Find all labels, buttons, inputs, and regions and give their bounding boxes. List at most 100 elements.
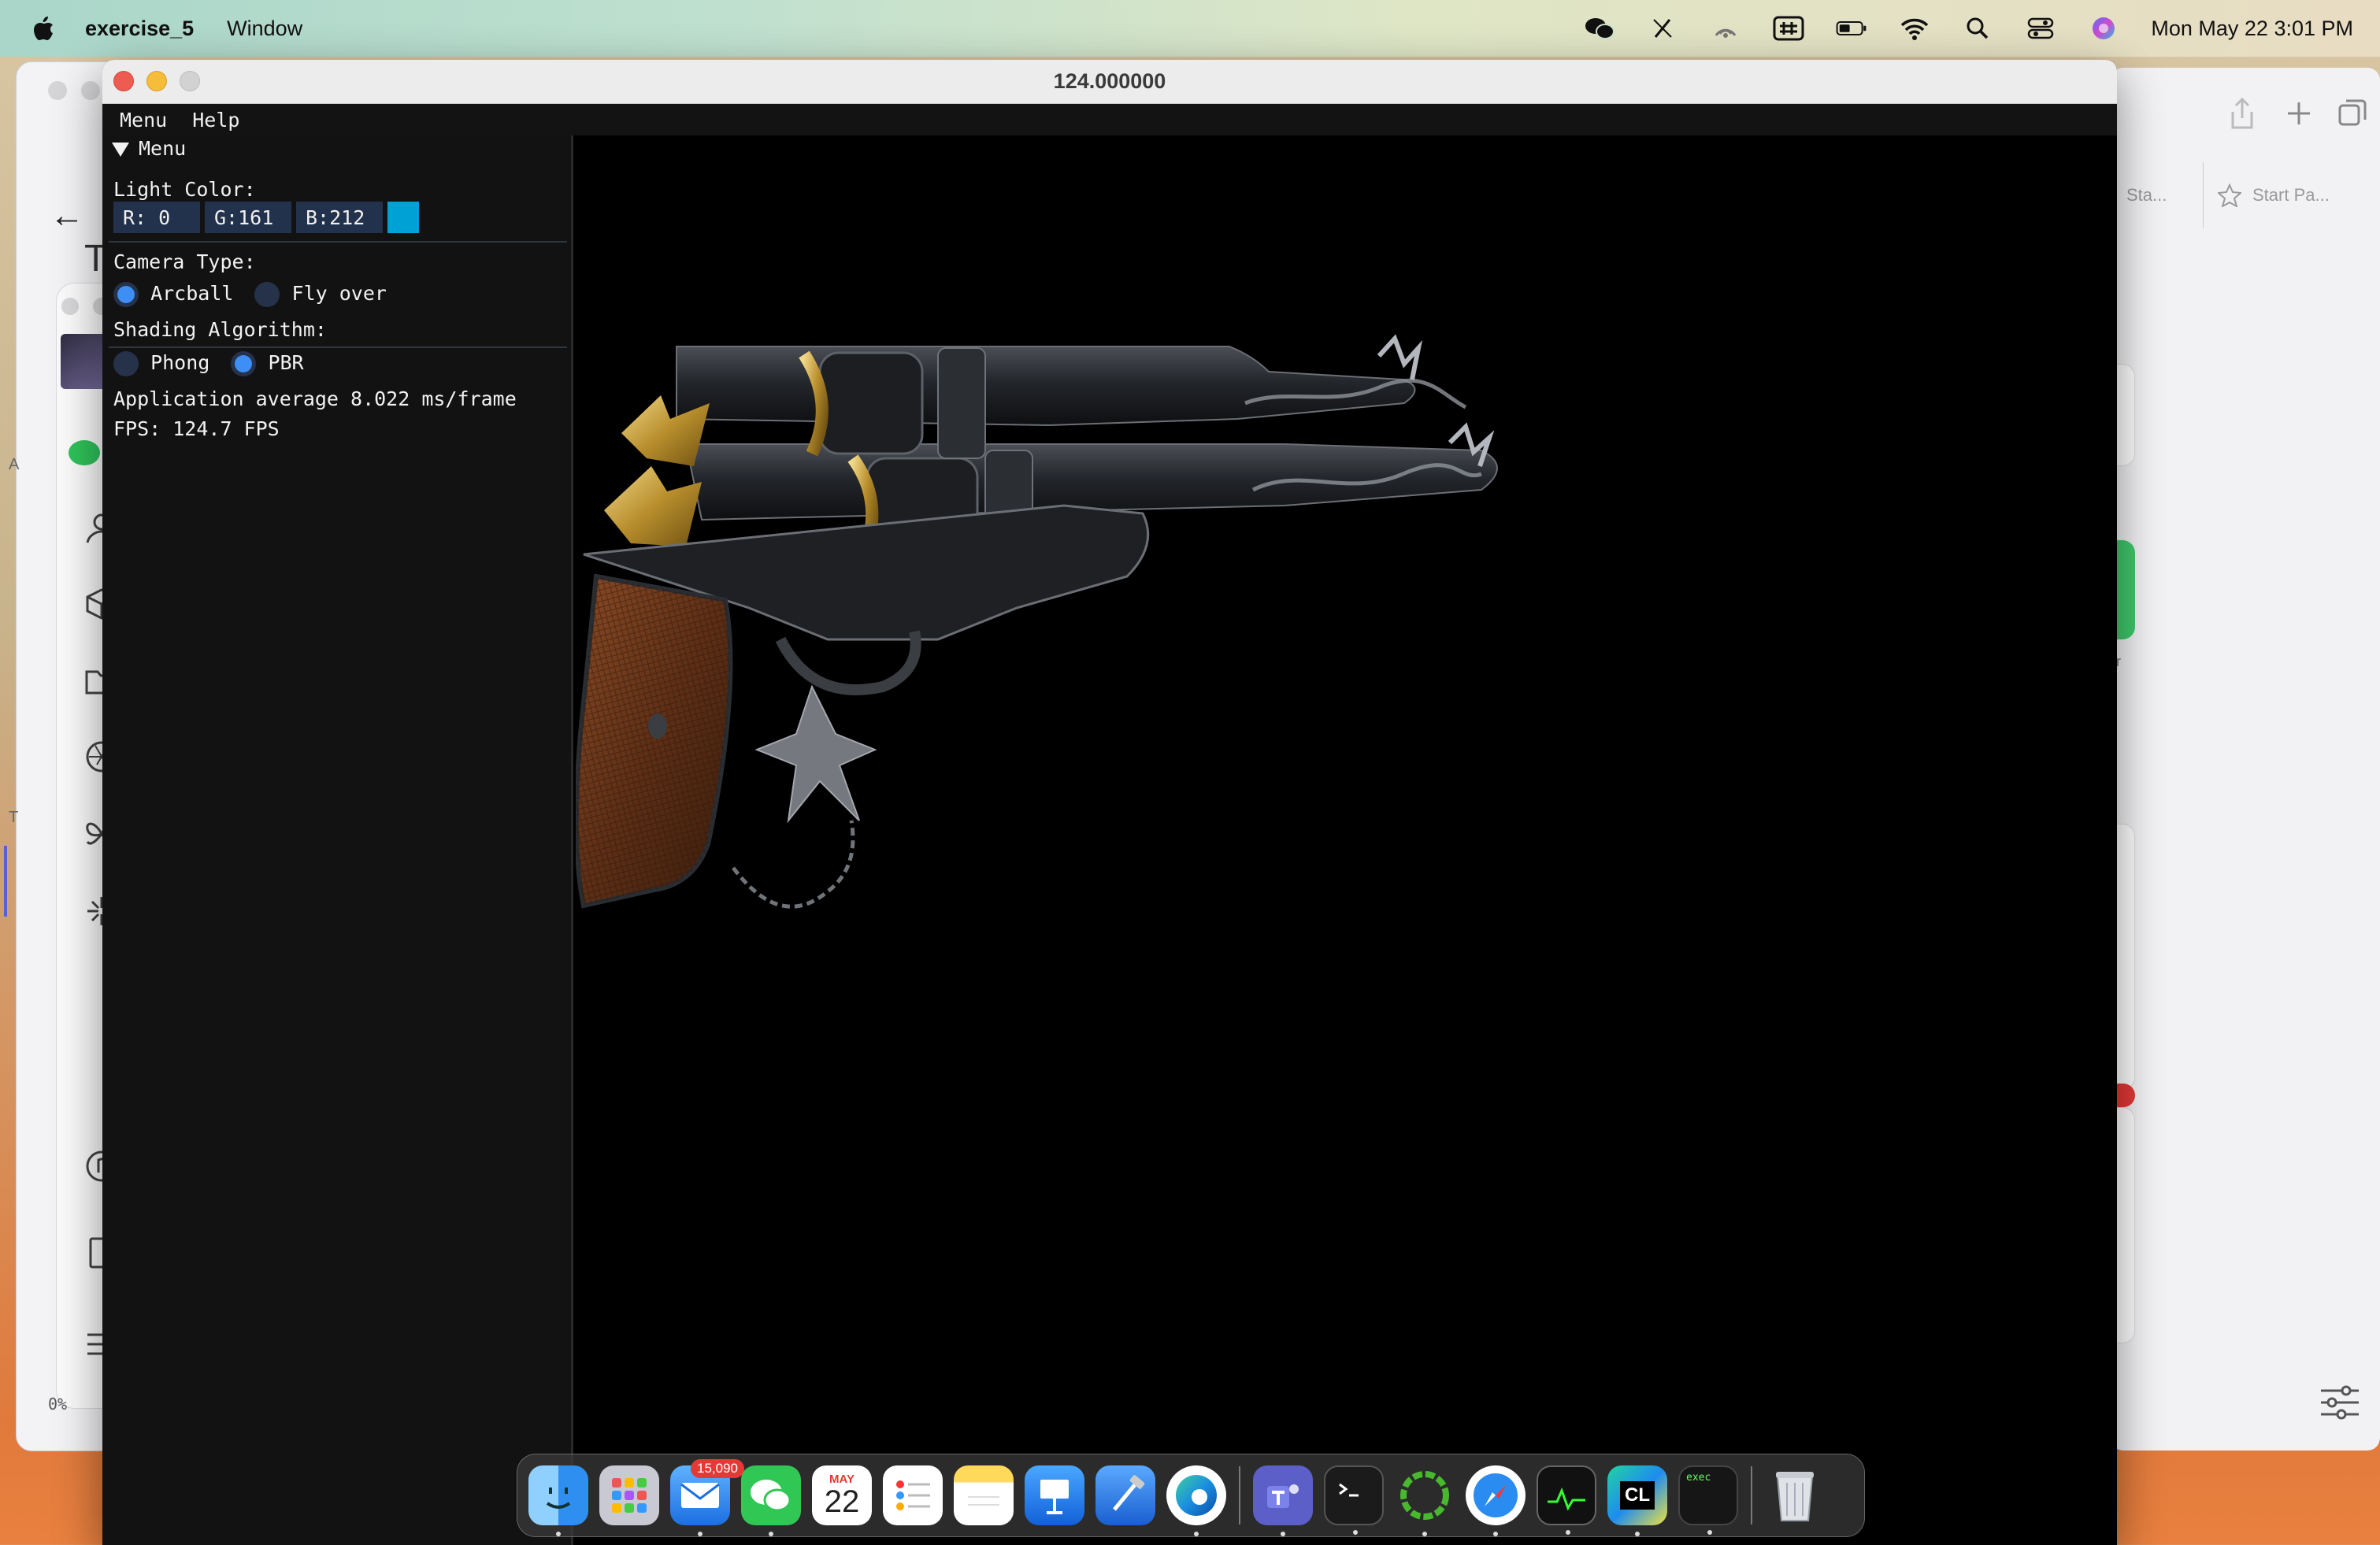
close-button[interactable]: [113, 71, 134, 91]
bg-side-letter-a: A: [9, 456, 20, 473]
siri-icon[interactable]: [2088, 15, 2119, 42]
stats-fps: FPS: 124.7 FPS: [113, 417, 280, 440]
camera-flyover-option[interactable]: Fly over: [254, 282, 387, 307]
settings-sliders-icon[interactable]: [2318, 1383, 2362, 1422]
pen-status-icon[interactable]: [1647, 15, 1678, 42]
dock-terminal[interactable]: [1324, 1465, 1384, 1535]
revolver-model-render: [573, 334, 1498, 909]
input-method-icon[interactable]: [1773, 15, 1804, 42]
reminders-list-icon: [896, 1480, 930, 1510]
spotlight-search-icon[interactable]: [1962, 15, 1993, 42]
edge-browser-icon: [1176, 1475, 1217, 1516]
shading-phong-option[interactable]: Phong: [113, 351, 210, 376]
light-b-field[interactable]: B:212: [296, 202, 383, 233]
trash-icon: [1776, 1472, 1814, 1521]
new-tab-icon[interactable]: [2285, 99, 2313, 128]
bg-side-letter-t: T: [9, 809, 19, 826]
bg-status-percent: 0%: [48, 1395, 68, 1413]
zoom-button[interactable]: [180, 71, 200, 91]
dock-safari[interactable]: [1466, 1465, 1525, 1536]
calendar-month: MAY: [829, 1472, 855, 1486]
light-g-field[interactable]: G:161: [205, 202, 291, 233]
light-r-field[interactable]: R: 0: [113, 202, 200, 233]
radio-unselected-icon[interactable]: [113, 351, 139, 376]
finder-icon: [546, 1488, 571, 1509]
dock-notes[interactable]: [954, 1465, 1014, 1525]
render-viewport[interactable]: [573, 135, 2117, 1545]
shading-pbr-label: PBR: [268, 351, 304, 374]
light-color-editor: R: 0 G:161 B:212: [113, 202, 523, 233]
light-color-swatch[interactable]: [387, 202, 419, 233]
tab-overview-icon[interactable]: [2337, 98, 2368, 129]
dock-launchpad[interactable]: [599, 1465, 659, 1525]
wifi-icon[interactable]: [1899, 15, 1930, 42]
imgui-menu-help[interactable]: Help: [192, 109, 239, 132]
app-menu[interactable]: exercise_5: [85, 17, 194, 41]
control-center-icon[interactable]: [2025, 15, 2056, 42]
menubar-clock[interactable]: Mon May 22 3:01 PM: [2151, 17, 2353, 41]
stats-frame-time: Application average 8.022 ms/frame: [113, 387, 517, 410]
tab-start-page-2[interactable]: Start Pa...: [2203, 162, 2380, 228]
teams-icon: [1267, 1484, 1299, 1508]
minimize-button[interactable]: [146, 71, 167, 91]
mail-unread-badge: 15,090: [691, 1459, 744, 1478]
collapse-triangle-icon[interactable]: [112, 143, 129, 157]
back-arrow-icon[interactable]: ←: [50, 196, 84, 235]
clion-logo-label: CL: [1620, 1481, 1655, 1510]
mail-envelope-icon: [680, 1483, 720, 1508]
tab-label: Sta...: [2126, 185, 2167, 205]
camera-arcball-option[interactable]: Arcball: [113, 282, 234, 307]
window-menu[interactable]: Window: [227, 17, 302, 41]
light-color-label: Light Color:: [113, 178, 256, 201]
shading-phong-label: Phong: [150, 351, 210, 374]
window-title: 124.000000: [1053, 69, 1166, 93]
dock-keynote[interactable]: [1025, 1465, 1084, 1525]
dock-finder[interactable]: [528, 1465, 588, 1536]
tab-start-page-1[interactable]: Sta...: [2111, 162, 2203, 228]
dock-trash[interactable]: [1765, 1465, 1825, 1525]
camera-arcball-label: Arcball: [150, 282, 234, 305]
tab-label: Start Pa...: [2252, 185, 2330, 205]
wechat-status-icon[interactable]: [1584, 15, 1615, 42]
shading-algorithm-label: Shading Algorithm:: [113, 318, 327, 341]
camera-type-label: Camera Type:: [113, 250, 256, 273]
macos-menubar: exercise_5 Window Mon May 22 3:01 PM: [0, 0, 2380, 57]
dock-separator: [1751, 1466, 1752, 1525]
dock-wechat[interactable]: [741, 1465, 801, 1536]
airdrop-status-icon[interactable]: [1710, 15, 1741, 42]
dock-edge[interactable]: [1166, 1465, 1226, 1536]
chat-icon[interactable]: [67, 437, 102, 472]
camera-flyover-label: Fly over: [291, 282, 387, 305]
dock-mail[interactable]: 15,090: [670, 1459, 744, 1536]
terminal-prompt-icon: [1339, 1483, 1359, 1497]
dock-xcode[interactable]: [1095, 1465, 1155, 1525]
status-area: Mon May 22 3:01 PM: [1584, 15, 2353, 42]
dock-exec[interactable]: exec: [1678, 1465, 1738, 1535]
radio-unselected-icon[interactable]: [254, 282, 280, 307]
panel-header-label: Menu: [139, 137, 187, 160]
dock-activity-monitor[interactable]: [1537, 1465, 1596, 1535]
main-app-window[interactable]: 124.000000 Menu Help Menu Light Color: R…: [102, 60, 2117, 1545]
dock-calendar[interactable]: MAY 22: [812, 1465, 872, 1525]
macos-dock: 15,090 MAY 22 CL exec: [517, 1454, 1865, 1537]
star-icon: [2218, 183, 2241, 207]
background-window-right[interactable]: Sta... Start Pa... a or: [2107, 68, 2380, 1451]
radio-selected-icon[interactable]: [231, 351, 257, 376]
dock-utility[interactable]: [1395, 1465, 1455, 1536]
imgui-menu-menu[interactable]: Menu: [120, 109, 167, 132]
dock-separator: [1239, 1466, 1240, 1525]
dock-teams[interactable]: [1253, 1465, 1313, 1536]
battery-icon[interactable]: [1836, 15, 1867, 42]
avatar[interactable]: [61, 334, 108, 389]
shading-pbr-option[interactable]: PBR: [231, 351, 304, 376]
share-icon[interactable]: [2228, 96, 2256, 131]
dock-reminders[interactable]: [883, 1465, 943, 1525]
safari-compass-icon: [1474, 1473, 1518, 1517]
imgui-settings-panel: Menu Light Color: R: 0 G:161 B:212 Camer…: [102, 135, 573, 1545]
wechat-icon: [751, 1480, 791, 1512]
window-titlebar[interactable]: 124.000000: [102, 60, 2117, 104]
dock-clion[interactable]: CL: [1607, 1465, 1667, 1536]
panel-header[interactable]: Menu: [112, 137, 186, 160]
radio-selected-icon[interactable]: [113, 282, 139, 307]
apple-logo-icon[interactable]: [32, 15, 55, 42]
